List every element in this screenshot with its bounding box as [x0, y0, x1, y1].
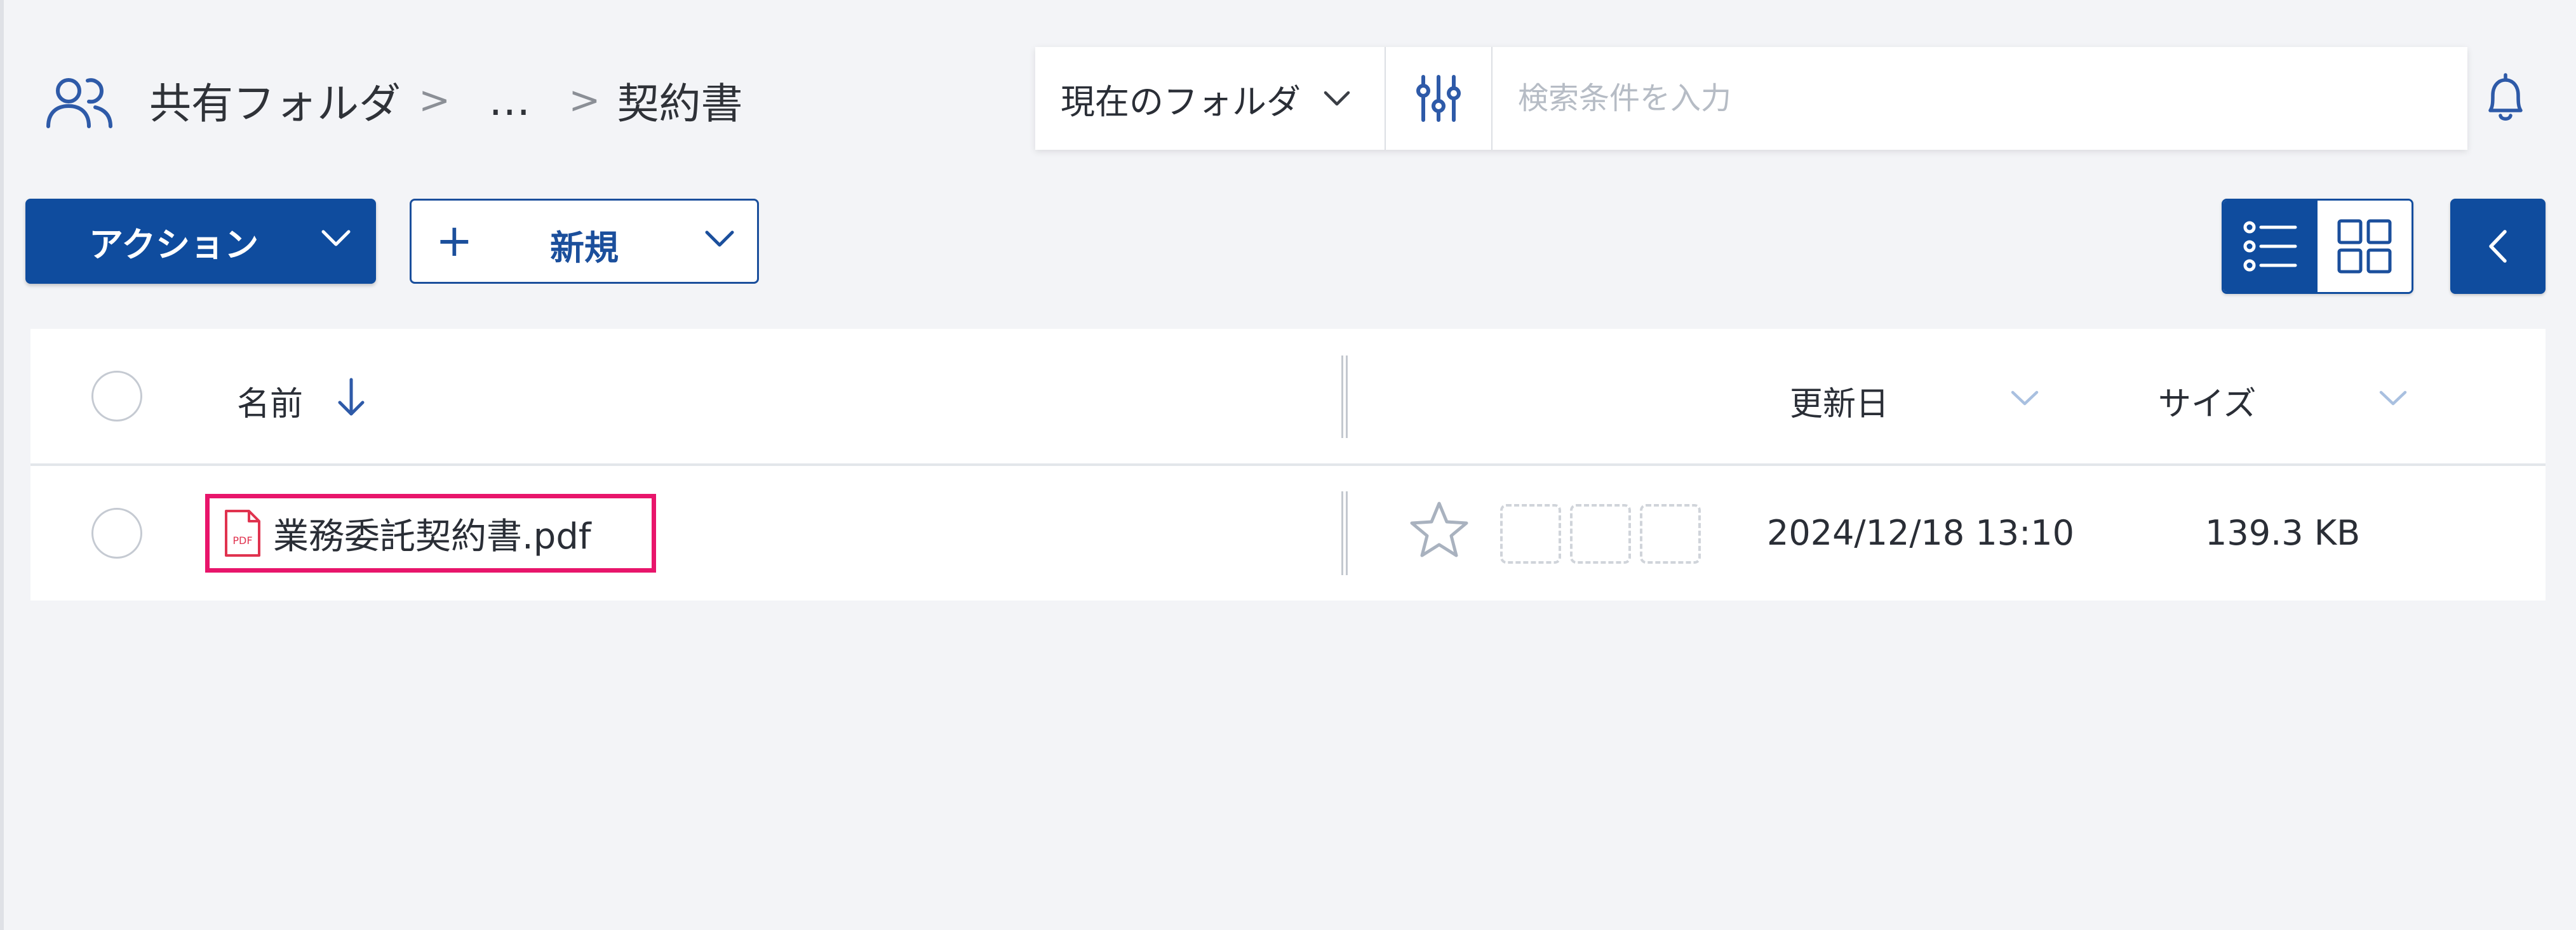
column-resize-handle[interactable]	[1341, 355, 1348, 438]
action-button[interactable]: アクション	[25, 199, 376, 284]
tag-placeholder[interactable]	[1570, 504, 1631, 564]
file-table: 名前 更新日 サイズ PDF 業務委託契約書.pdf 2024/12/18 13…	[30, 329, 2546, 601]
table-row[interactable]: PDF 業務委託契約書.pdf 2024/12/18 13:10 139.3 K…	[30, 466, 2546, 601]
view-toggle	[2222, 199, 2413, 294]
breadcrumb-current: 契約書	[617, 79, 743, 128]
row-checkbox[interactable]	[91, 508, 142, 559]
collapse-panel-button[interactable]	[2450, 199, 2546, 294]
filter-sliders-icon	[1416, 75, 1461, 122]
bell-icon[interactable]	[2480, 71, 2531, 124]
chevron-down-icon	[705, 230, 734, 247]
column-header-size[interactable]: サイズ	[2158, 377, 2256, 425]
file-size: 139.3 KB	[2205, 513, 2361, 553]
table-header: 名前 更新日 サイズ	[30, 329, 2546, 466]
grid-view-icon	[2337, 219, 2392, 274]
list-view-button[interactable]	[2224, 201, 2318, 292]
column-header-name[interactable]: 名前	[237, 377, 303, 425]
updated-date: 2024/12/18 13:10	[1767, 513, 2075, 553]
star-icon[interactable]	[1409, 500, 1470, 559]
search-input[interactable]	[1493, 46, 2467, 150]
file-name-cell[interactable]: PDF 業務委託契約書.pdf	[205, 494, 656, 573]
column-header-updated[interactable]: 更新日	[1790, 377, 1889, 425]
pdf-icon: PDF	[225, 510, 260, 557]
tag-placeholder[interactable]	[1640, 504, 1701, 564]
breadcrumb: 共有フォルダ > … > 契約書	[149, 69, 743, 132]
filter-button[interactable]	[1386, 47, 1491, 150]
breadcrumb-separator: >	[419, 78, 451, 123]
list-view-icon	[2243, 221, 2297, 272]
new-button[interactable]: + 新規	[410, 199, 759, 284]
breadcrumb-root[interactable]: 共有フォルダ	[149, 70, 401, 131]
file-name[interactable]: 業務委託契約書.pdf	[273, 508, 591, 559]
search-bar: 現在のフォルダ	[1035, 46, 2467, 150]
chevron-left-icon	[2489, 230, 2507, 263]
sort-arrow-down-icon[interactable]	[337, 377, 366, 418]
chevron-down-icon	[1324, 91, 1350, 106]
chevron-down-icon[interactable]	[2379, 390, 2407, 406]
tag-placeholder[interactable]	[1500, 504, 1561, 564]
search-scope-dropdown[interactable]: 現在のフォルダ	[1035, 47, 1385, 150]
breadcrumb-separator: >	[568, 78, 601, 123]
plus-icon: +	[436, 215, 473, 267]
search-scope-label: 現在のフォルダ	[1061, 81, 1301, 122]
action-button-label: アクション	[89, 224, 259, 265]
breadcrumb-ellipsis[interactable]: …	[488, 76, 530, 125]
chevron-down-icon[interactable]	[2011, 390, 2039, 406]
new-button-label: 新規	[550, 228, 619, 268]
grid-view-button[interactable]	[2318, 201, 2412, 292]
select-all-checkbox[interactable]	[91, 371, 142, 422]
chevron-down-icon	[321, 230, 351, 246]
people-icon	[46, 78, 112, 128]
column-resize-handle[interactable]	[1341, 491, 1348, 575]
svg-text:PDF: PDF	[232, 535, 252, 547]
left-edge-border	[0, 0, 4, 930]
